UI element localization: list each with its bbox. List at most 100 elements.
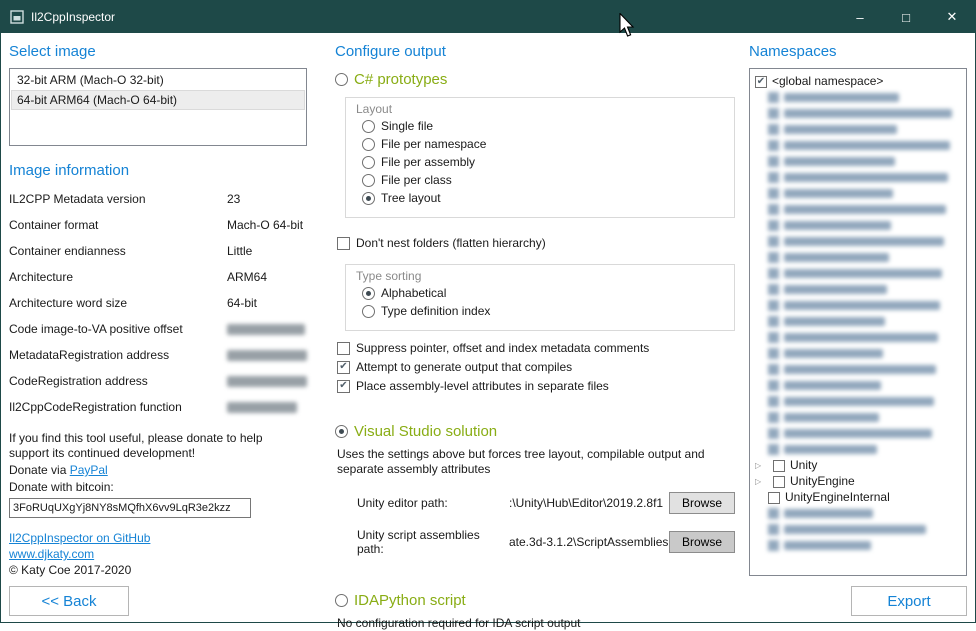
redacted-checkbox <box>768 236 779 247</box>
redacted-checkbox <box>768 172 779 183</box>
radio-option-file-per-class[interactable]: File per class <box>362 173 724 188</box>
redacted-label <box>784 221 891 230</box>
namespace-row-redacted <box>768 155 961 168</box>
checkbox-place-assembly-level-attributes-in-separate-files[interactable]: Place assembly-level attributes in separ… <box>337 379 735 393</box>
redacted-checkbox <box>768 204 779 215</box>
namespace-row-redacted <box>768 219 961 232</box>
redacted-checkbox <box>768 156 779 167</box>
radio-option-alphabetical[interactable]: Alphabetical <box>362 286 724 301</box>
github-link[interactable]: Il2CppInspector on GitHub <box>9 530 307 546</box>
type-sorting-group-title: Type sorting <box>356 269 724 283</box>
radio-option-file-per-assembly[interactable]: File per assembly <box>362 155 724 170</box>
unity-editor-path-value: :\Unity\Hub\Editor\2019.2.8f1 <box>509 496 669 510</box>
namespace-row-redacted <box>768 395 961 408</box>
namespace-row-redacted <box>768 123 961 136</box>
redacted-label <box>784 509 873 518</box>
namespace-row-redacted <box>768 299 961 312</box>
redacted-label <box>784 237 944 246</box>
checkbox-attempt-to-generate-output-that-compiles[interactable]: Attempt to generate output that compiles <box>337 360 735 374</box>
unity-script-path-value: ate.3d-3.1.2\ScriptAssemblies <box>509 535 669 549</box>
namespace-row-redacted <box>768 107 961 120</box>
layout-options: Single file File per namespace File per as… <box>356 119 724 206</box>
donate-via-text: Donate via <box>9 463 70 477</box>
redacted-checkbox <box>768 316 779 327</box>
info-label: Code image-to-VA positive offset <box>9 323 227 336</box>
namespaces-list[interactable]: <global namespace> ▷Unity ▷UnityEngine Unit… <box>749 68 967 576</box>
csharp-prototypes-radio[interactable]: C# prototypes <box>335 72 735 87</box>
namespace-item-unityengine[interactable]: ▷UnityEngine <box>755 475 961 488</box>
namespace-row-redacted <box>768 411 961 424</box>
info-value: Little <box>227 245 252 258</box>
radio-option-tree-layout[interactable]: Tree layout <box>362 191 724 206</box>
flatten-hierarchy-label: Don't nest folders (flatten hierarchy) <box>356 236 546 250</box>
info-label: Architecture <box>9 271 227 284</box>
website-link[interactable]: www.djkaty.com <box>9 546 307 562</box>
namespace-checkbox[interactable] <box>773 460 785 472</box>
back-button[interactable]: << Back <box>9 586 129 616</box>
image-info-table: IL2CPP Metadata version23Container forma… <box>9 193 307 427</box>
unity-script-path-row: Unity script assemblies path: ate.3d-3.1… <box>357 528 735 556</box>
idapython-script-label: IDAPython script <box>354 593 466 608</box>
redacted-checkbox <box>768 220 779 231</box>
copyright-text: © Katy Coe 2017-2020 <box>9 562 307 578</box>
redacted-checkbox <box>768 332 779 343</box>
namespace-row-redacted <box>768 347 961 360</box>
redacted-checkbox <box>768 108 779 119</box>
export-button[interactable]: Export <box>851 586 967 616</box>
redacted-checkbox <box>768 140 779 151</box>
expander-icon[interactable]: ▷ <box>755 475 768 488</box>
expander-icon[interactable]: ▷ <box>755 459 768 472</box>
layout-group-title: Layout <box>356 102 724 116</box>
redacted-checkbox <box>768 524 779 535</box>
checkbox-icon <box>337 342 350 355</box>
unity-editor-path-row: Unity editor path: :\Unity\Hub\Editor\20… <box>357 492 735 514</box>
namespace-row-redacted <box>768 171 961 184</box>
output-option-checkboxes: Suppress pointer, offset and index metad… <box>335 341 735 398</box>
checkbox-suppress-pointer-offset-and-index-metadata-comments[interactable]: Suppress pointer, offset and index metad… <box>337 341 735 355</box>
redacted-checkbox <box>768 396 779 407</box>
namespace-row-redacted <box>768 539 961 552</box>
redacted-label <box>784 301 940 310</box>
checkbox-icon <box>337 361 350 374</box>
namespace-label: UnityEngineInternal <box>785 491 890 504</box>
maximize-button[interactable]: □ <box>883 1 929 33</box>
redacted-checkbox <box>768 540 779 551</box>
image-list-item-64-bit-arm64-mach-o-64-bit[interactable]: 64-bit ARM64 (Mach-O 64-bit) <box>11 90 305 110</box>
close-button[interactable]: ✕ <box>929 1 975 33</box>
redacted-label <box>784 541 871 550</box>
image-listbox[interactable]: 32-bit ARM (Mach-O 32-bit)64-bit ARM64 (… <box>9 68 307 146</box>
namespace-row-redacted <box>768 235 961 248</box>
info-value: 23 <box>227 193 240 206</box>
namespace-checkbox[interactable] <box>755 76 767 88</box>
browse-script-path-button[interactable]: Browse <box>669 531 735 553</box>
redacted-label <box>784 189 893 198</box>
visual-studio-solution-radio[interactable]: Visual Studio solution <box>335 424 735 439</box>
namespace-item-global-namespace[interactable]: <global namespace> <box>755 75 961 88</box>
info-row: Code image-to-VA positive offset <box>9 323 307 336</box>
image-list-item-32-bit-arm-mach-o-32-bit[interactable]: 32-bit ARM (Mach-O 32-bit) <box>11 70 305 90</box>
namespace-item-unity[interactable]: ▷Unity <box>755 459 961 472</box>
checkbox-label: Suppress pointer, offset and index metad… <box>356 341 649 355</box>
namespace-row-redacted <box>768 507 961 520</box>
redacted-value <box>227 324 305 335</box>
flatten-hierarchy-checkbox[interactable]: Don't nest folders (flatten hierarchy) <box>337 236 735 250</box>
info-label: Il2CppCodeRegistration function <box>9 401 227 414</box>
info-row: IL2CPP Metadata version23 <box>9 193 307 206</box>
namespace-item-unityengineinternal[interactable]: UnityEngineInternal <box>768 491 961 504</box>
idapython-script-radio[interactable]: IDAPython script <box>335 593 735 608</box>
browse-editor-path-button[interactable]: Browse <box>669 492 735 514</box>
bitcoin-address-input[interactable] <box>9 498 251 518</box>
radio-icon <box>335 594 348 607</box>
checkbox-icon <box>337 237 350 250</box>
info-row: Container endiannessLittle <box>9 245 307 258</box>
namespace-checkbox[interactable] <box>768 492 780 504</box>
minimize-button[interactable]: – <box>837 1 883 33</box>
redacted-label <box>784 365 936 374</box>
namespace-row-redacted <box>768 523 961 536</box>
redacted-label <box>784 317 885 326</box>
namespace-checkbox[interactable] <box>773 476 785 488</box>
radio-option-type-definition-index[interactable]: Type definition index <box>362 304 724 319</box>
radio-option-single-file[interactable]: Single file <box>362 119 724 134</box>
paypal-link[interactable]: PayPal <box>70 463 108 477</box>
radio-option-file-per-namespace[interactable]: File per namespace <box>362 137 724 152</box>
